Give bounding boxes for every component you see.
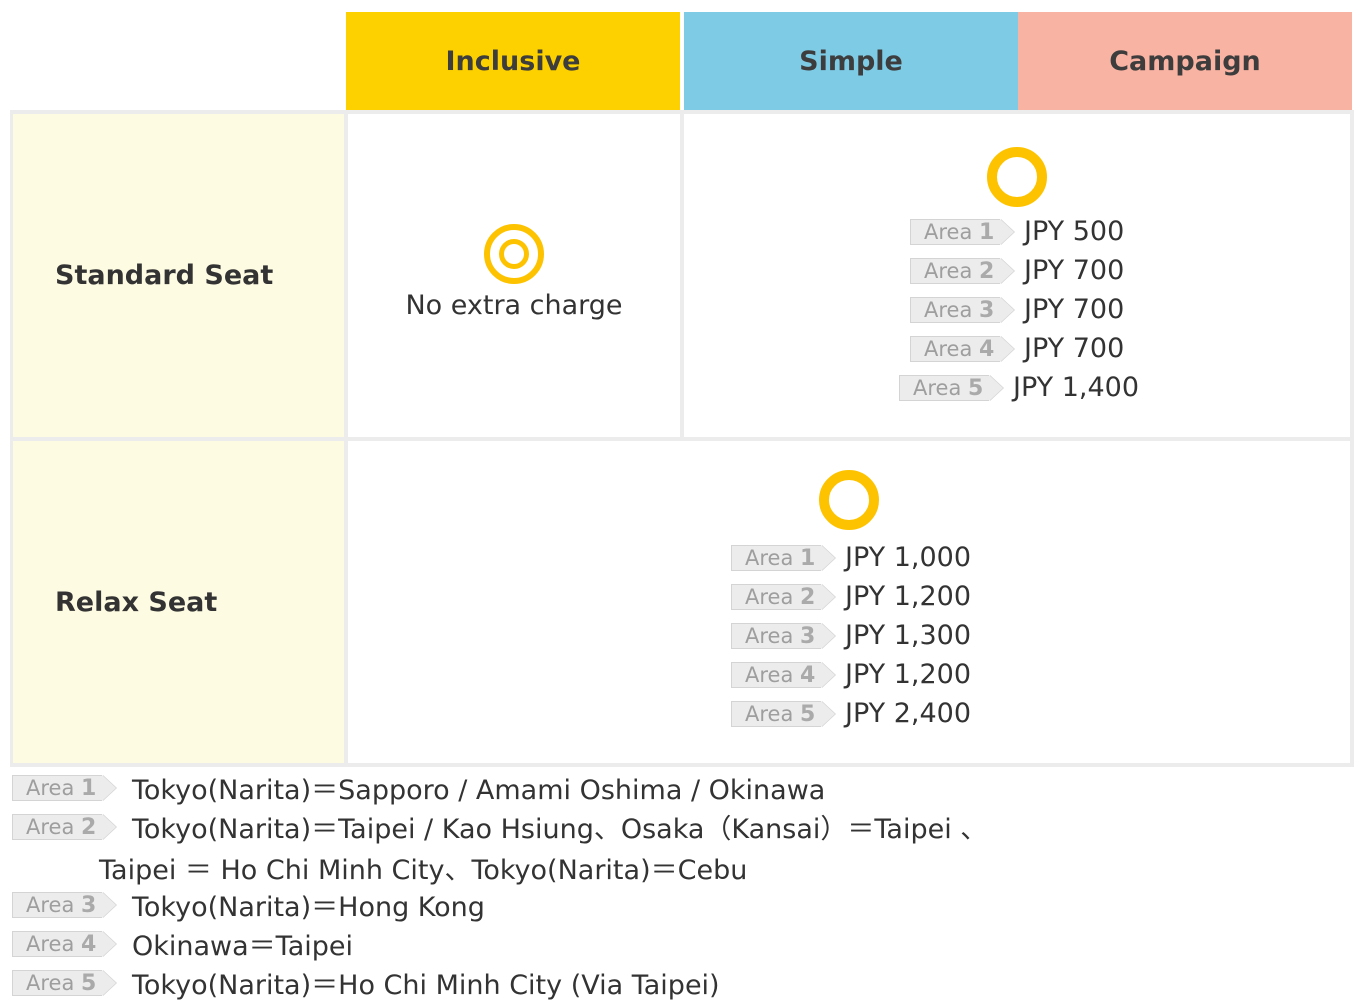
legend-area2-text: Tokyo(Narita)＝Taipei / Kao Hsiung、Osaka（… — [132, 814, 988, 845]
relax-area4-row: Area 4 JPY 1,200 — [731, 655, 971, 694]
area4-tag: Area 4 — [910, 335, 1015, 362]
header-simple: Simple — [684, 12, 1018, 110]
row-header-standard-seat: Standard Seat — [13, 114, 344, 437]
area3-tag: Area 3 — [731, 622, 836, 649]
row-header-relax-label: Relax Seat — [55, 586, 218, 618]
standard-area4-row: Area 4 JPY 700 — [910, 329, 1124, 368]
area5-tag: Area 5 — [899, 374, 1004, 401]
relax-area2-price: JPY 1,200 — [845, 581, 972, 612]
cell-standard-simple-campaign: Area 1 JPY 500 Area 2 JPY 700 Area 3 JPY… — [684, 114, 1350, 437]
header-inclusive-label: Inclusive — [445, 45, 581, 77]
legend-area3-text: Tokyo(Narita)＝Hong Kong — [132, 892, 485, 923]
legend-area2-continued: Taipei ＝ Ho Chi Minh City、Tokyo(Narita)＝… — [99, 855, 748, 886]
standard-area3-price: JPY 700 — [1024, 294, 1125, 325]
standard-area3-row: Area 3 JPY 700 — [910, 290, 1124, 329]
standard-area5-price: JPY 1,400 — [1013, 372, 1140, 403]
standard-area4-price: JPY 700 — [1024, 333, 1125, 364]
area2-tag: Area 2 — [12, 813, 117, 840]
standard-area1-row: Area 1 JPY 500 — [910, 212, 1124, 251]
area2-tag: Area 2 — [731, 583, 836, 610]
header-simple-label: Simple — [799, 45, 903, 77]
area4-tag: Area 4 — [12, 930, 117, 957]
header-campaign: Campaign — [1018, 12, 1352, 110]
legend-area4: Area 4 Okinawa＝Taipei — [12, 924, 353, 963]
relax-area1-price: JPY 1,000 — [845, 542, 972, 573]
relax-area1-row: Area 1 JPY 1,000 — [731, 538, 971, 577]
legend-area3: Area 3 Tokyo(Narita)＝Hong Kong — [12, 885, 485, 924]
relax-area4-price: JPY 1,200 — [845, 659, 972, 690]
double-circle-icon — [484, 224, 544, 284]
row-header-relax-seat: Relax Seat — [13, 441, 344, 763]
row-header-standard-label: Standard Seat — [55, 260, 274, 291]
area1-tag: Area 1 — [12, 774, 117, 801]
legend-area1: Area 1 Tokyo(Narita)＝Sapporo / Amami Osh… — [12, 768, 825, 807]
header-inclusive: Inclusive — [346, 12, 680, 110]
area1-tag: Area 1 — [910, 218, 1015, 245]
circle-icon — [987, 147, 1047, 207]
relax-area5-price: JPY 2,400 — [845, 698, 972, 729]
area5-tag: Area 5 — [12, 969, 117, 996]
legend-area4-text: Okinawa＝Taipei — [132, 931, 353, 962]
circle-icon — [819, 470, 879, 530]
cell-standard-inclusive: No extra charge — [348, 114, 680, 437]
standard-area5-row: Area 5 JPY 1,400 — [899, 368, 1139, 407]
legend-area5-text: Tokyo(Narita)＝Ho Chi Minh City (Via Taip… — [132, 970, 720, 1001]
relax-area3-price: JPY 1,300 — [845, 620, 972, 651]
legend-area1-text: Tokyo(Narita)＝Sapporo / Amami Oshima / O… — [132, 775, 826, 806]
relax-area3-row: Area 3 JPY 1,300 — [731, 616, 971, 655]
area4-tag: Area 4 — [731, 661, 836, 688]
standard-area2-row: Area 2 JPY 700 — [910, 251, 1124, 290]
area5-tag: Area 5 — [731, 700, 836, 727]
area2-tag: Area 2 — [910, 257, 1015, 284]
cell-relax-all: Area 1 JPY 1,000 Area 2 JPY 1,200 Area 3… — [348, 441, 1350, 763]
area3-tag: Area 3 — [910, 296, 1015, 323]
standard-area2-price: JPY 700 — [1024, 255, 1125, 286]
header-campaign-label: Campaign — [1109, 45, 1261, 77]
legend-area2: Area 2 Tokyo(Narita)＝Taipei / Kao Hsiung… — [12, 807, 987, 846]
no-extra-charge-text: No extra charge — [405, 290, 623, 321]
area1-tag: Area 1 — [731, 544, 836, 571]
relax-area5-row: Area 5 JPY 2,400 — [731, 694, 971, 733]
area3-tag: Area 3 — [12, 891, 117, 918]
legend-area5: Area 5 Tokyo(Narita)＝Ho Chi Minh City (V… — [12, 963, 720, 1002]
relax-area2-row: Area 2 JPY 1,200 — [731, 577, 971, 616]
standard-area1-price: JPY 500 — [1024, 216, 1125, 247]
